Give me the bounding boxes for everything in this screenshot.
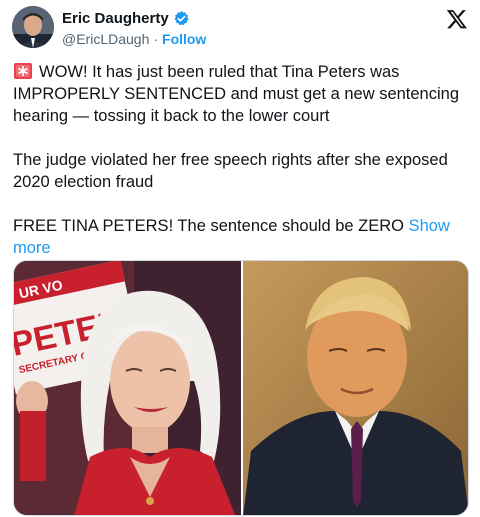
author-handle[interactable]: @EricLDaugh: [62, 31, 149, 47]
tweet-header: Eric Daugherty @EricLDaugh · Follow: [12, 6, 468, 50]
verified-badge-icon: [173, 10, 190, 27]
police-light-icon: [13, 62, 33, 80]
tweet-media[interactable]: UR VO PETERS SECRETARY OF S: [13, 260, 469, 516]
author-block: Eric Daugherty @EricLDaugh · Follow: [62, 9, 206, 47]
tweet-card: Eric Daugherty @EricLDaugh · Follow WOW!: [0, 0, 480, 517]
avatar[interactable]: [12, 6, 54, 48]
tweet-paragraph: WOW! It has just been ruled that Tina Pe…: [13, 61, 471, 127]
tweet-paragraph: FREE TINA PETERS! The sentence should be…: [13, 215, 471, 259]
handle-separator: ·: [153, 31, 159, 47]
author-display-name[interactable]: Eric Daugherty: [62, 10, 169, 27]
follow-button[interactable]: Follow: [162, 31, 206, 47]
tweet-paragraph-1: WOW! It has just been ruled that Tina Pe…: [13, 63, 459, 125]
tweet-text: WOW! It has just been ruled that Tina Pe…: [13, 61, 471, 259]
tweet-paragraph-3: FREE TINA PETERS! The sentence should be…: [13, 217, 404, 235]
tweet-paragraph-2: The judge violated her free speech right…: [13, 151, 448, 191]
media-photo-left[interactable]: UR VO PETERS SECRETARY OF S: [14, 261, 241, 515]
x-logo-icon[interactable]: [446, 8, 468, 30]
media-photo-right[interactable]: [243, 261, 468, 515]
